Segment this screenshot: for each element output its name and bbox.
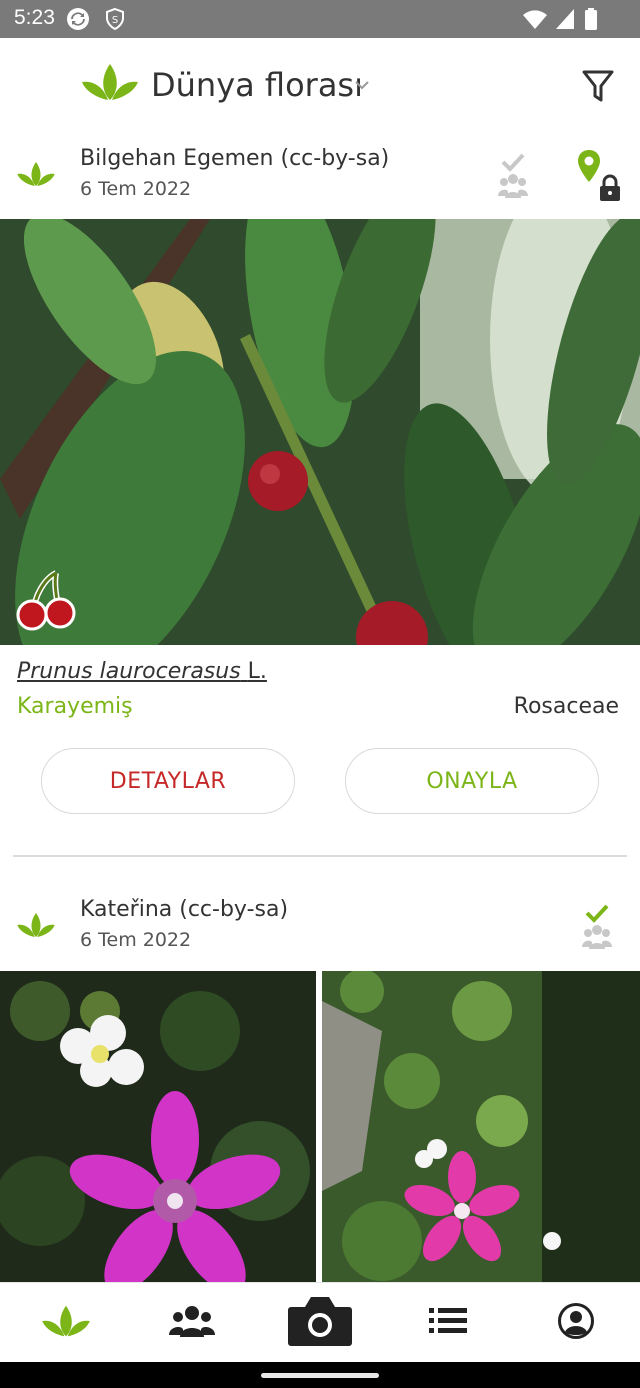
- observation-photo[interactable]: [0, 971, 316, 1282]
- divider: [13, 855, 627, 857]
- observation-header[interactable]: Kateřina (cc-by-sa) 6 Tem 2022: [0, 885, 640, 971]
- bottom-nav: [0, 1282, 640, 1362]
- leaf-icon: [40, 1304, 92, 1342]
- lock-icon: [598, 174, 622, 206]
- name-authority: L.: [247, 659, 267, 684]
- camera-icon: [287, 1295, 353, 1351]
- nav-list[interactable]: [384, 1283, 512, 1363]
- observation-photo[interactable]: [322, 971, 640, 1282]
- battery-icon: [584, 7, 598, 35]
- nav-camera[interactable]: [256, 1283, 384, 1363]
- scientific-name[interactable]: Prunus laurocerasus L.: [17, 659, 267, 684]
- observation-header[interactable]: Bilgehan Egemen (cc-by-sa) 6 Tem 2022: [0, 134, 640, 220]
- nav-profile[interactable]: [512, 1283, 640, 1363]
- family-name: Rosaceae: [513, 694, 619, 719]
- filter-icon[interactable]: [578, 66, 618, 106]
- leaf-icon: [16, 160, 56, 192]
- nav-flora[interactable]: [2, 1283, 130, 1363]
- community-icon: [169, 1305, 215, 1341]
- observation-date: 6 Tem 2022: [80, 178, 192, 200]
- confirm-button[interactable]: ONAYLA: [345, 748, 599, 814]
- observation-author: Kateřina (cc-by-sa): [80, 897, 289, 922]
- chevron-down-icon[interactable]: [354, 76, 370, 95]
- common-name: Karayemiş: [17, 694, 133, 719]
- sync-icon: [66, 7, 90, 35]
- wifi-icon: [522, 7, 548, 35]
- leaf-icon: [16, 911, 56, 943]
- cherry-icon: [16, 569, 76, 635]
- group-icon: [582, 923, 612, 953]
- nav-community[interactable]: [128, 1283, 256, 1363]
- profile-icon: [557, 1302, 595, 1344]
- app-header: Dünya florası: [0, 38, 640, 134]
- status-bar: 5:23 S: [0, 0, 640, 38]
- observation-date: 6 Tem 2022: [80, 929, 192, 951]
- observation-photo[interactable]: [0, 219, 640, 645]
- list-icon: [429, 1306, 467, 1340]
- group-icon: [498, 172, 528, 202]
- scientific-name-text: Prunus laurocerasus: [17, 659, 241, 684]
- shield-icon: S: [104, 7, 126, 35]
- gesture-bar: [0, 1362, 640, 1388]
- svg-text:S: S: [112, 15, 118, 26]
- details-button[interactable]: DETAYLAR: [41, 748, 295, 814]
- status-time: 5:23: [14, 6, 55, 29]
- home-gesture-handle[interactable]: [261, 1373, 379, 1378]
- flora-title[interactable]: Dünya florası: [151, 66, 363, 104]
- leaf-logo-icon: [80, 62, 140, 106]
- observation-author: Bilgehan Egemen (cc-by-sa): [80, 146, 390, 171]
- signal-icon: [554, 7, 576, 35]
